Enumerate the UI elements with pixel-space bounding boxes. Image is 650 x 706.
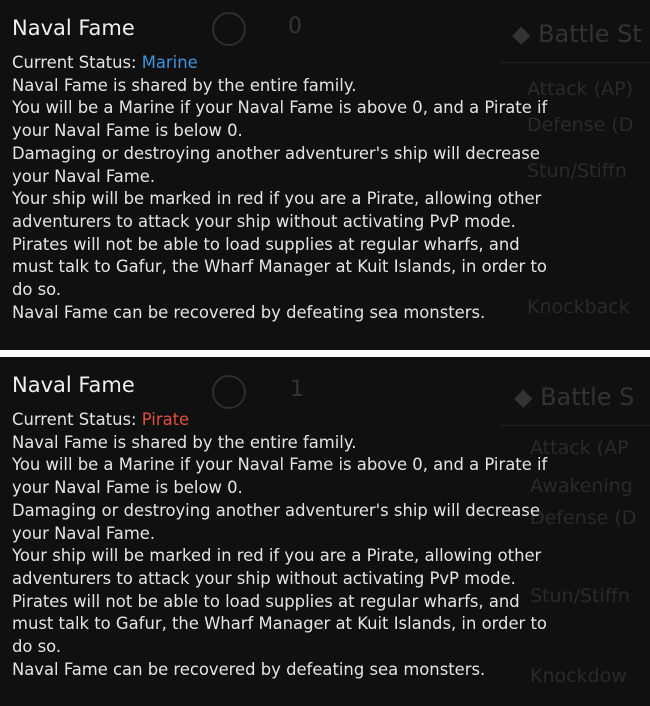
- description-line: your Naval Fame is below 0.: [12, 121, 243, 141]
- description-line: do so.: [12, 637, 62, 657]
- description-line: Pirates will not be able to load supplie…: [12, 591, 520, 611]
- description-line: You will be a Marine if your Naval Fame …: [12, 455, 548, 475]
- tooltip-screenshot-pirate: 1 ◆ Battle S Attack (AP Awakening Defens…: [0, 357, 650, 706]
- description-line: adventurers to attack your ship without …: [12, 568, 516, 588]
- current-status-row: Current Status: Marine: [12, 52, 547, 75]
- description-line: Naval Fame is shared by the entire famil…: [12, 75, 357, 95]
- tooltip-title: Naval Fame: [12, 373, 135, 397]
- description-line: your Naval Fame.: [12, 523, 156, 543]
- description-line: your Naval Fame.: [12, 166, 156, 186]
- current-status-value: Pirate: [141, 410, 190, 429]
- description-line: must talk to Gafur, the Wharf Manager at…: [12, 614, 547, 634]
- description-line: Naval Fame can be recovered by defeating…: [12, 659, 486, 679]
- description-line: Your ship will be marked in red if you a…: [12, 189, 542, 209]
- description-line: Damaging or destroying another adventure…: [12, 500, 540, 520]
- description-line: adventurers to attack your ship without …: [12, 211, 516, 231]
- tooltip-screenshot-marine: 0 ◆ Battle St Attack (AP) Defense (D Stu…: [0, 0, 650, 350]
- description-line: Pirates will not be able to load supplie…: [12, 234, 520, 254]
- description-line: Naval Fame is shared by the entire famil…: [12, 432, 357, 452]
- description-line: You will be a Marine if your Naval Fame …: [12, 98, 548, 118]
- description-line: do so.: [12, 280, 62, 300]
- tooltip-title: Naval Fame: [12, 16, 135, 40]
- description-line: Your ship will be marked in red if you a…: [12, 546, 542, 566]
- naval-fame-tooltip: Naval Fame Current Status: Pirate Naval …: [12, 373, 547, 681]
- description-line: Naval Fame can be recovered by defeating…: [12, 302, 486, 322]
- current-status-value: Marine: [141, 53, 198, 72]
- description-line: Damaging or destroying another adventure…: [12, 143, 540, 163]
- current-status-row: Current Status: Pirate: [12, 409, 547, 432]
- current-status-label: Current Status:: [12, 53, 137, 72]
- current-status-label: Current Status:: [12, 410, 137, 429]
- battle-stats-header-text: Battle S: [540, 383, 635, 411]
- battle-stats-header-text: Battle St: [538, 20, 642, 48]
- naval-fame-tooltip: Naval Fame Current Status: Marine Naval …: [12, 16, 547, 324]
- image-separator: [0, 350, 650, 357]
- description-line: must talk to Gafur, the Wharf Manager at…: [12, 257, 547, 277]
- description-line: your Naval Fame is below 0.: [12, 478, 243, 498]
